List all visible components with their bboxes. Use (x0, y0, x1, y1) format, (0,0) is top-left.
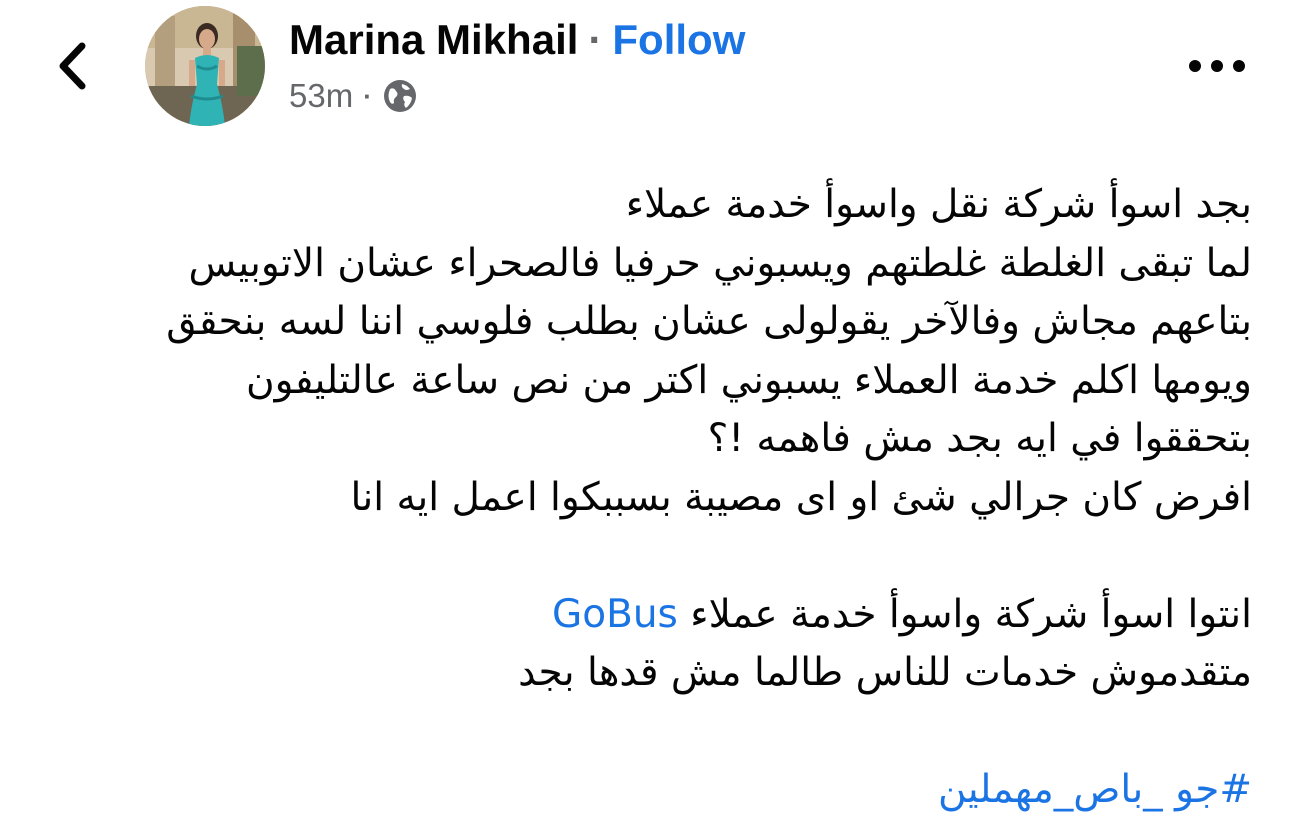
post-line: متقدموش خدمات للناس طالما مش قدها بجد (518, 650, 1252, 695)
author-row: Marina Mikhail · Follow (289, 14, 745, 66)
author-name[interactable]: Marina Mikhail (289, 16, 578, 64)
more-options-button[interactable] (1184, 46, 1250, 86)
post-header: Marina Mikhail · Follow 53m · (0, 0, 1290, 140)
chevron-left-icon (59, 42, 86, 90)
post-line-text: انتوا اسوأ شركة واسوأ خدمة عملاء (677, 591, 1252, 637)
follow-button[interactable]: Follow (612, 16, 745, 64)
hashtag-line: #جو _باص_مهملين (60, 761, 1252, 820)
avatar-image (145, 6, 265, 126)
globe-icon[interactable] (382, 78, 418, 114)
hashtag-link[interactable]: #جو _باص_مهملين (938, 767, 1252, 812)
post-meta: 53m · (289, 76, 418, 116)
name-separator: · (588, 16, 603, 63)
post-line: بتحققوا في ايه بجد مش فاهمه !؟ (707, 416, 1252, 461)
mention-link[interactable]: GoBus (552, 592, 678, 637)
avatar[interactable] (145, 6, 265, 126)
more-horizontal-icon (1189, 60, 1245, 72)
post-line: لما تبقى الغلطة غلطتهم ويسبوني حرفيا فال… (188, 240, 1252, 286)
back-button[interactable] (44, 34, 100, 98)
meta-separator: · (363, 80, 372, 111)
post-line: ويومها اكلم خدمة العملاء يسبوني اكتر من … (245, 357, 1252, 403)
post-text: بجد اسوأ شركة نقل واسوأ خدمة عملاء لما ت… (60, 176, 1252, 820)
post-line: افرض كان جرالي شئ او اى مصيبة بسببكوا اع… (350, 474, 1253, 520)
post-line: بجد اسوأ شركة نقل واسوأ خدمة عملاء (625, 182, 1252, 227)
timestamp[interactable]: 53m (289, 77, 353, 115)
post-line: بتاعهم مجاش وفالآخر يقولولى عشان بطلب فل… (166, 299, 1252, 344)
post-line-mention: انتوا اسوأ شركة واسوأ خدمة عملاء GoBus (60, 586, 1252, 645)
